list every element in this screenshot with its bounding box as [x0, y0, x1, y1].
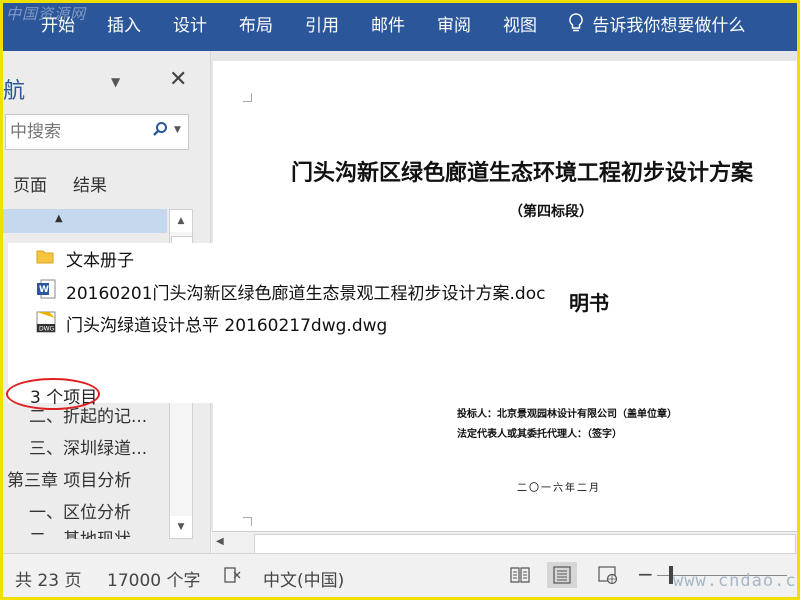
nav-heading-item[interactable]: 一、区位分析 — [29, 498, 131, 523]
language-indicator[interactable]: 中文(中国) — [263, 566, 344, 591]
chevron-down-icon[interactable]: ▼ — [111, 75, 120, 89]
tell-me-text: 告诉我你想要做什么 — [592, 16, 746, 36]
tab-design[interactable]: 设计 — [173, 11, 207, 36]
explorer-popup-file-list: 文本册子 W 20160201门头沟新区绿色廊道生态景观工程初步设计方案.doc… — [8, 243, 545, 363]
page-corner-mark — [243, 93, 252, 102]
horizontal-scroll-track[interactable] — [254, 534, 796, 554]
tab-pages[interactable]: 页面 — [13, 171, 47, 196]
site-watermark: www.cndao.com — [673, 571, 797, 591]
selected-heading-row[interactable]: ▲ — [3, 209, 167, 233]
tab-review[interactable]: 审阅 — [437, 11, 471, 36]
nav-heading-item[interactable]: 第三章 项目分析 — [7, 466, 131, 491]
tab-layout[interactable]: 布局 — [239, 11, 273, 36]
tell-me-box[interactable]: 告诉我你想要做什么 — [569, 11, 745, 38]
tab-mailings[interactable]: 邮件 — [371, 11, 405, 36]
bidder-line: 投标人：北京景观园林设计有限公司（盖单位章） — [457, 409, 677, 420]
tab-home[interactable]: 开始 — [41, 11, 75, 36]
document-partial-heading: 明书 — [569, 291, 609, 315]
close-icon[interactable]: ✕ — [169, 67, 187, 92]
zoom-out-button[interactable]: − — [637, 562, 654, 586]
document-date: 二〇一六年二月 — [517, 483, 601, 494]
ribbon-tab-bar: 中国资源网 开始 插入 设计 布局 引用 邮件 审阅 视图 告诉我你想要做什么 — [3, 3, 797, 51]
search-options-caret-icon[interactable]: ▼ — [174, 125, 181, 135]
web-layout-icon[interactable] — [593, 562, 623, 588]
folder-icon — [36, 247, 54, 269]
document-title: 门头沟新区绿色廊道生态环境工程初步设计方案 — [291, 160, 754, 186]
read-mode-icon[interactable] — [505, 562, 535, 588]
search-input[interactable] — [8, 119, 147, 145]
scroll-left-icon[interactable]: ◀ — [216, 536, 224, 547]
proofing-icon[interactable] — [223, 566, 243, 589]
word-doc-icon: W — [36, 279, 56, 303]
svg-text:W: W — [39, 285, 49, 295]
print-layout-icon[interactable] — [547, 562, 577, 588]
representative-line: 法定代表人或其委托代理人：（签字） — [457, 429, 622, 440]
nav-heading-item[interactable]: 二、基地现状 — [29, 525, 131, 539]
horizontal-scrollbar[interactable]: ◀ — [212, 531, 797, 554]
file-name[interactable]: 20160201门头沟新区绿色廊道生态景观工程初步设计方案.doc — [66, 279, 545, 304]
scroll-up-icon[interactable]: ▲ — [170, 210, 192, 232]
file-name[interactable]: 门头沟绿道设计总平 20160217dwg.dwg — [66, 311, 387, 336]
nav-search-box: ▼ — [5, 114, 189, 150]
collapse-arrow-icon[interactable]: ▲ — [55, 213, 63, 224]
app-window: 中国资源网 开始 插入 设计 布局 引用 邮件 审阅 视图 告诉我你想要做什么 … — [0, 0, 800, 600]
lightbulb-icon — [569, 13, 583, 38]
nav-pane-title: 航 — [3, 79, 26, 104]
annotation-ring — [6, 378, 100, 410]
page-count[interactable]: 共 23 页 — [15, 566, 81, 591]
dwg-file-icon: DWG — [36, 311, 56, 337]
document-subtitle: （第四标段） — [509, 204, 593, 220]
tab-references[interactable]: 引用 — [305, 11, 339, 36]
search-icon[interactable] — [152, 121, 168, 141]
nav-heading-item[interactable]: 三、深圳绿道... — [29, 434, 147, 459]
page-corner-mark — [243, 517, 252, 526]
scroll-down-icon[interactable]: ▼ — [170, 516, 192, 538]
word-count[interactable]: 17000 个字 — [107, 566, 200, 591]
svg-text:DWG: DWG — [39, 326, 55, 333]
tab-results[interactable]: 结果 — [73, 171, 107, 196]
tab-view[interactable]: 视图 — [503, 11, 537, 36]
tab-insert[interactable]: 插入 — [107, 11, 141, 36]
file-name[interactable]: 文本册子 — [66, 246, 134, 271]
